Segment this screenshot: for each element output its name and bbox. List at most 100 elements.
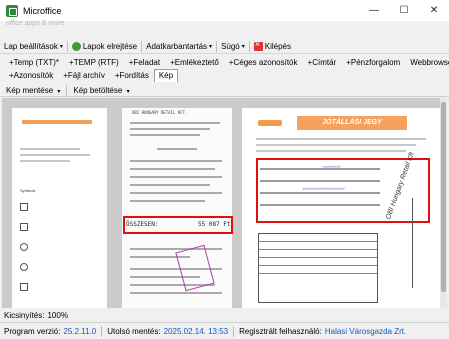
tab-webbrowser[interactable]: Webbrowser* [405, 56, 449, 69]
chevron-down-icon: ▾ [57, 88, 61, 95]
product-leaflet: Symbols [12, 108, 107, 308]
handwriting: 〰〰〰 [322, 165, 341, 171]
status-divider [233, 325, 235, 337]
tab-identifiers[interactable]: +Azonosítók [4, 69, 58, 82]
warranty-line [256, 138, 426, 140]
registered-user-value: Halasi Városgazda Zrt. [324, 326, 407, 336]
last-saved-label: Utolsó mentés: [107, 326, 161, 336]
version-label: Program verzió: [4, 326, 61, 336]
menu-page-settings-label: Lap beállítások [4, 41, 58, 51]
hearing-protection-icon [20, 263, 28, 271]
receipt-line [130, 248, 222, 250]
zoom-value[interactable]: 100% [47, 311, 67, 320]
load-image-button[interactable]: Kép betöltése ▾ [67, 86, 135, 95]
eye-protection-icon [20, 243, 28, 251]
tab-company-ids[interactable]: +Céges azonosítók [224, 56, 303, 69]
receipt-line [130, 176, 222, 178]
tab-image[interactable]: Kép [153, 69, 179, 82]
table-row [259, 266, 377, 274]
zoom-label: Kicsinyítés: [4, 310, 45, 320]
status-bar: Program verzió: 25.2.11.0 Utolsó mentés:… [0, 322, 449, 339]
symbols-heading: Symbols [20, 188, 36, 193]
registered-user-label: Regisztrált felhasználó: [239, 326, 322, 336]
tab-row-2: +Azonosítók +Fájl archív +Fordítás Kép [4, 69, 446, 82]
image-toolbar: Kép mentése ▾ Kép betöltése ▾ [0, 84, 449, 97]
menu-hide-pages[interactable]: Lapok elrejtése [68, 39, 141, 54]
minimize-icon[interactable]: — [359, 0, 389, 21]
status-divider [101, 325, 103, 337]
warranty-line [256, 150, 406, 152]
chevron-down-icon: ▾ [59, 43, 63, 50]
tab-translation[interactable]: +Fordítás [110, 69, 154, 82]
refresh-icon [71, 41, 81, 51]
receipt-total-value: 55 087 Ft [198, 221, 231, 228]
receipt-line [130, 168, 215, 170]
receipt-line [130, 184, 210, 186]
menu-exit-label: Kilépés [264, 41, 292, 51]
vertical-scrollbar[interactable] [440, 98, 447, 308]
receipt-line [130, 192, 222, 194]
brand-tagline: office apps & more [6, 20, 65, 27]
tab-temp-rtf[interactable]: +TEMP (RTF) [64, 56, 124, 69]
tab-address-book[interactable]: +Címtár [303, 56, 342, 69]
title-bar: Microffice — ☐ ✕ [0, 0, 449, 21]
menu-help-label: Súgó [221, 41, 240, 51]
warranty-field-line [260, 180, 380, 182]
menu-help[interactable]: Súgó ▾ [217, 39, 249, 54]
table-row [259, 242, 377, 250]
close-icon[interactable]: ✕ [419, 0, 449, 21]
menu-page-settings[interactable]: Lap beállítások ▾ [0, 39, 67, 54]
version-value: 25.2.11.0 [63, 326, 97, 336]
leaflet-line [20, 154, 90, 156]
receipt-line [130, 200, 205, 202]
load-image-label: Kép betöltése [73, 85, 123, 95]
leaflet-line [20, 148, 80, 150]
save-image-label: Kép mentése [6, 85, 54, 95]
obi-logo-icon [258, 120, 282, 126]
tab-reminder[interactable]: +Emlékeztető [165, 56, 224, 69]
receipt-line [130, 122, 220, 124]
table-row [259, 250, 377, 258]
waste-bin-icon [20, 203, 28, 211]
chevron-down-icon: ▾ [126, 88, 130, 95]
exit-icon [253, 39, 263, 51]
chevron-down-icon: ▾ [209, 43, 213, 50]
warranty-line [256, 144, 416, 146]
image-viewer[interactable]: Symbols OBI HUNGARY RETAIL KFT. ÖSSZESEN… [2, 98, 447, 308]
handwriting: 〰〰〰〰〰〰〰 [302, 187, 345, 193]
warranty-product-table [258, 233, 378, 303]
tab-row-1: +Temp (TXT)* +TEMP (RTF) +Feladat +Emlék… [4, 56, 449, 69]
save-image-button[interactable]: Kép mentése ▾ [0, 86, 66, 95]
last-saved-value: 2025.02.14. 13:53 [163, 326, 229, 336]
tab-temp-txt[interactable]: +Temp (TXT)* [4, 56, 64, 69]
warranty-field-line [260, 168, 380, 170]
receipt-header: OBI HUNGARY RETAIL KFT. [132, 110, 188, 115]
receipt-line [130, 160, 222, 162]
ce-mark-icon [20, 283, 28, 291]
menu-bar: Lap beállítások ▾ Lapok elrejtése Adatka… [0, 39, 449, 54]
receipt-line [157, 148, 197, 150]
warranty-field-line [260, 204, 380, 206]
leaflet-orange-strip [22, 120, 92, 124]
menu-data-maintenance-label: Adatkarbantartás [146, 41, 208, 51]
tab-cashflow[interactable]: +Pénzforgalom [341, 56, 405, 69]
warranty-title: JÓTÁLLÁSI JEGY [297, 116, 407, 130]
maximize-icon[interactable]: ☐ [389, 0, 419, 21]
scrollbar-thumb[interactable] [441, 102, 446, 292]
tab-task[interactable]: +Feladat [124, 56, 165, 69]
menu-data-maintenance[interactable]: Adatkarbantartás ▾ [142, 39, 216, 54]
menu-hide-pages-label: Lapok elrejtése [82, 41, 138, 51]
receipt-line [130, 134, 200, 136]
tab-strip: +Temp (TXT)* +TEMP (RTF) +Feladat +Emlék… [4, 56, 449, 84]
table-row [259, 258, 377, 266]
zoom-bar: Kicsinyítés: 100% [0, 308, 449, 322]
app-logo-icon [6, 4, 18, 17]
tab-file-archive[interactable]: +Fájl archív [58, 69, 110, 82]
warning-icon [20, 223, 28, 231]
menu-exit[interactable]: Kilépés [250, 39, 295, 54]
window-title: Microffice [23, 5, 62, 16]
receipt-line [130, 292, 222, 294]
chevron-down-icon: ▾ [241, 43, 245, 50]
receipt-total-label: ÖSSZESEN: [126, 221, 159, 228]
receipt: OBI HUNGARY RETAIL KFT. [122, 108, 232, 308]
